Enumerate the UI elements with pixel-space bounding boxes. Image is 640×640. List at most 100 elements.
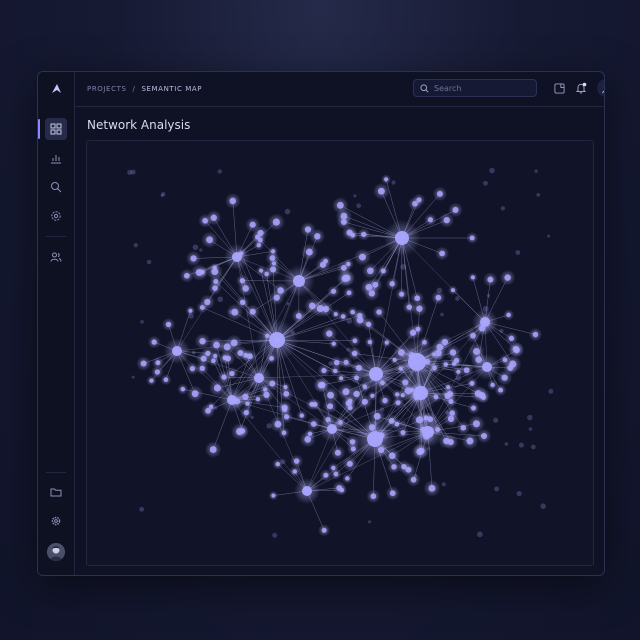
graph-node[interactable]: [472, 420, 480, 428]
graph-node[interactable]: [399, 291, 405, 297]
graph-node[interactable]: [270, 249, 276, 254]
graph-node[interactable]: [436, 343, 444, 351]
background-node[interactable]: [518, 442, 524, 448]
background-node[interactable]: [286, 302, 290, 306]
graph-hub-node[interactable]: [422, 426, 434, 438]
graph-node[interactable]: [331, 288, 337, 294]
background-node[interactable]: [486, 293, 491, 298]
graph-node[interactable]: [410, 476, 417, 483]
graph-node[interactable]: [183, 272, 190, 279]
graph-node[interactable]: [382, 397, 388, 404]
graph-node[interactable]: [361, 398, 368, 405]
background-node[interactable]: [379, 407, 385, 412]
graph-node[interactable]: [347, 405, 353, 411]
graph-node[interactable]: [277, 287, 284, 294]
graph-node[interactable]: [295, 313, 302, 320]
graph-node[interactable]: [353, 390, 360, 398]
graph-node[interactable]: [213, 384, 222, 392]
network-graph-panel[interactable]: [86, 140, 594, 566]
background-node[interactable]: [146, 259, 152, 265]
graph-node[interactable]: [237, 349, 244, 356]
background-node[interactable]: [400, 421, 406, 427]
graph-node[interactable]: [475, 356, 482, 364]
graph-node[interactable]: [338, 420, 343, 425]
background-node[interactable]: [161, 192, 166, 197]
graph-node[interactable]: [213, 353, 218, 358]
graph-hub-node[interactable]: [408, 353, 426, 371]
notifications-button[interactable]: [574, 81, 588, 95]
graph-node[interactable]: [333, 312, 338, 317]
background-node[interactable]: [548, 388, 554, 394]
graph-node[interactable]: [436, 190, 443, 197]
graph-node[interactable]: [212, 285, 218, 291]
background-node[interactable]: [427, 387, 431, 391]
graph-node[interactable]: [255, 396, 261, 402]
background-node[interactable]: [547, 234, 551, 238]
graph-node[interactable]: [210, 214, 217, 221]
graph-node[interactable]: [346, 261, 351, 267]
graph-node[interactable]: [349, 439, 356, 445]
graph-node[interactable]: [205, 407, 211, 414]
graph-node[interactable]: [365, 283, 373, 291]
graph-node[interactable]: [239, 278, 246, 284]
background-node[interactable]: [414, 474, 418, 478]
graph-node[interactable]: [229, 370, 235, 377]
breadcrumb-projects[interactable]: PROJECTS: [87, 85, 127, 93]
graph-node[interactable]: [332, 368, 338, 374]
graph-node[interactable]: [211, 268, 219, 276]
graph-node[interactable]: [242, 285, 249, 292]
graph-node[interactable]: [435, 427, 441, 433]
background-node[interactable]: [445, 410, 449, 415]
background-node[interactable]: [489, 167, 495, 174]
background-node[interactable]: [373, 421, 378, 425]
graph-node[interactable]: [265, 333, 270, 339]
graph-node[interactable]: [325, 416, 331, 423]
graph-node[interactable]: [213, 341, 220, 349]
graph-node[interactable]: [481, 395, 486, 400]
graph-node[interactable]: [402, 379, 409, 386]
graph-node[interactable]: [508, 335, 515, 341]
graph-node[interactable]: [263, 387, 268, 392]
graph-hub-node[interactable]: [395, 231, 409, 245]
graph-node[interactable]: [380, 380, 385, 386]
graph-node[interactable]: [392, 357, 397, 362]
graph-node[interactable]: [245, 401, 250, 406]
graph-node[interactable]: [400, 430, 406, 436]
graph-hub-node[interactable]: [480, 317, 490, 327]
graph-hub-node[interactable]: [227, 395, 237, 405]
graph-node[interactable]: [389, 490, 396, 497]
graph-node[interactable]: [282, 407, 288, 413]
background-node[interactable]: [391, 180, 396, 185]
graph-node[interactable]: [443, 362, 449, 367]
background-node[interactable]: [477, 531, 483, 538]
background-node[interactable]: [284, 208, 291, 215]
graph-node[interactable]: [441, 338, 449, 346]
graph-node[interactable]: [427, 217, 434, 223]
graph-node[interactable]: [376, 309, 382, 315]
graph-node[interactable]: [401, 463, 407, 470]
graph-node[interactable]: [466, 437, 474, 445]
graph-node[interactable]: [229, 197, 237, 205]
graph-node[interactable]: [362, 384, 368, 390]
graph-node[interactable]: [343, 359, 349, 365]
graph-node[interactable]: [151, 339, 157, 345]
graph-node[interactable]: [422, 340, 427, 345]
graph-node[interactable]: [406, 304, 413, 310]
graph-node[interactable]: [202, 217, 209, 224]
background-node[interactable]: [346, 347, 351, 352]
graph-node[interactable]: [307, 431, 313, 436]
graph-node[interactable]: [319, 381, 326, 389]
user-avatar[interactable]: [47, 543, 65, 561]
graph-node[interactable]: [205, 350, 211, 357]
graph-node[interactable]: [263, 391, 270, 399]
graph-node[interactable]: [416, 197, 422, 203]
graph-node[interactable]: [310, 421, 317, 427]
background-node[interactable]: [527, 414, 533, 421]
background-node[interactable]: [140, 319, 144, 324]
graph-node[interactable]: [451, 361, 457, 366]
background-node[interactable]: [494, 486, 500, 492]
graph-node[interactable]: [333, 471, 339, 477]
graph-node[interactable]: [190, 255, 197, 262]
graph-node[interactable]: [256, 242, 262, 248]
graph-node[interactable]: [449, 410, 456, 416]
